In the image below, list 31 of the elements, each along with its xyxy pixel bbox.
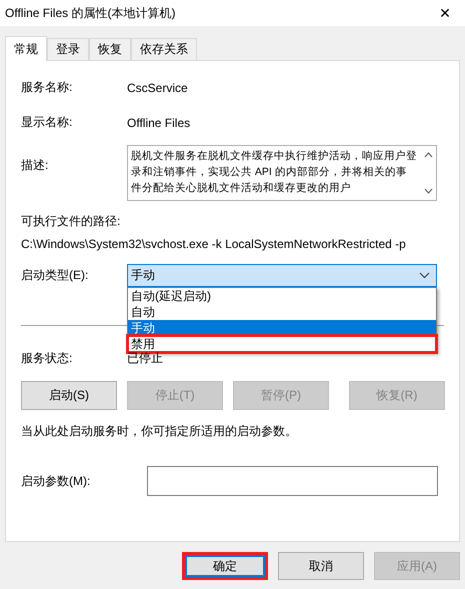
startup-type-dropdown[interactable]: 手动 <box>127 264 437 287</box>
tab[interactable]: 常规 <box>5 36 47 61</box>
field-value: 已停止 <box>127 350 163 367</box>
dropdown-option[interactable]: 自动 <box>128 304 436 320</box>
close-button[interactable]: ✕ <box>425 0 465 26</box>
field-value: CscService <box>127 80 188 94</box>
field-label: 可执行文件的路径: <box>21 213 122 230</box>
service-button[interactable]: 启动(S) <box>21 381 117 410</box>
hint-text: 当从此处启动服务时，你可指定所适用的启动参数。 <box>21 423 298 440</box>
field-value: Offline Files <box>127 116 190 130</box>
tab[interactable]: 恢复 <box>89 38 131 60</box>
dropdown-option[interactable]: 自动(延迟启动) <box>128 288 436 304</box>
description-text: 脱机文件服务在脱机文件缓存中执行维护活动，响应用户登录和注销事件，实现公共 API 的内部部分，并将相关的事件分配给关心脱机文件活动和缓存更改的用户 <box>130 149 418 196</box>
description-box[interactable]: 脱机文件服务在脱机文件缓存中执行维护活动，响应用户登录和注销事件，实现公共 API 的内部部分，并将相关的事件分配给关心脱机文件活动和缓存更改的用户 <box>127 145 437 201</box>
field-label: 显示名称: <box>21 114 74 131</box>
field-label: 启动参数(M): <box>21 472 92 490</box>
path-text: C:\Windows\System32\svchost.exe -k LocalSystemNetworkRestricted -p <box>21 237 407 251</box>
tab[interactable]: 依存关系 <box>131 38 197 60</box>
field-label: 启动类型(E): <box>21 267 90 284</box>
dialog-button[interactable]: 取消 <box>278 552 364 580</box>
dialog-button[interactable]: 确定 <box>182 552 268 580</box>
dropdown-option[interactable]: 禁用 <box>128 336 436 352</box>
tab[interactable]: 登录 <box>47 38 89 60</box>
scroll-down-icon[interactable] <box>424 188 432 194</box>
chevron-down-icon <box>419 272 430 279</box>
window-title: Offline Files 的属性(本地计算机) <box>5 4 176 22</box>
scroll-up-icon[interactable] <box>424 152 432 158</box>
input-field[interactable] <box>147 466 438 496</box>
field-label: 服务状态: <box>21 350 74 367</box>
field-label: 服务名称: <box>21 79 74 96</box>
field-label: 描述: <box>21 157 50 174</box>
